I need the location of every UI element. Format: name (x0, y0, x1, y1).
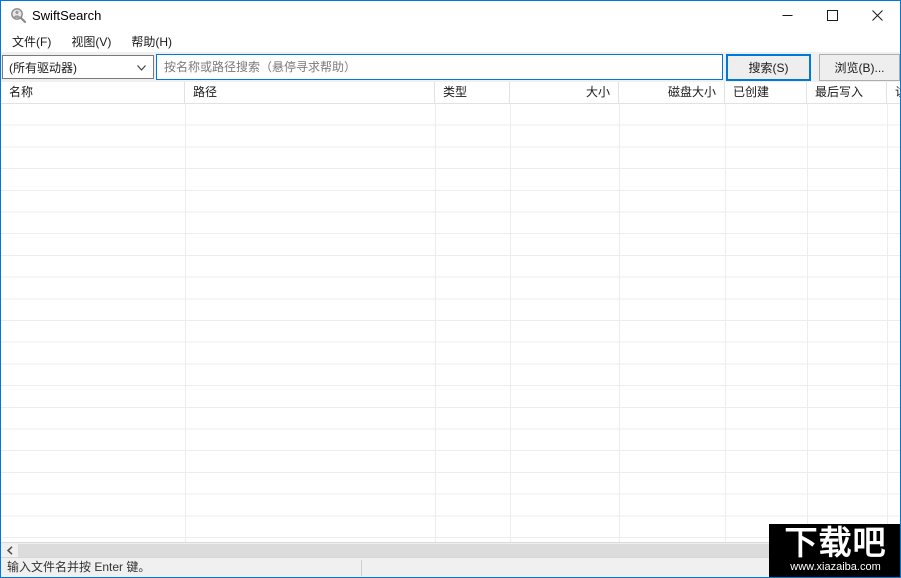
watermark-url: www.xiazaiba.com (790, 561, 881, 573)
column-header-4[interactable]: 磁盘大小 (619, 82, 725, 104)
close-button[interactable] (855, 1, 900, 30)
watermark: 下载吧 www.xiazaiba.com (769, 524, 900, 577)
search-input[interactable] (156, 54, 723, 80)
menu-bar: 文件(F) 视图(V) 帮助(H) (1, 30, 900, 52)
column-header-2[interactable]: 类型 (435, 82, 510, 104)
drive-selector-dropdown[interactable]: (所有驱动器) (2, 55, 154, 79)
window-title: SwiftSearch (32, 8, 102, 23)
drive-selector-value: (所有驱动器) (9, 60, 77, 75)
column-header-1[interactable]: 路径 (185, 82, 435, 104)
close-icon (872, 10, 883, 21)
window-controls (765, 1, 900, 30)
column-gridline (510, 104, 511, 542)
column-gridline (619, 104, 620, 542)
menu-help[interactable]: 帮助(H) (121, 30, 182, 53)
menu-file[interactable]: 文件(F) (2, 30, 61, 53)
chevron-down-icon (137, 65, 146, 71)
scrollbar-thumb[interactable] (18, 544, 876, 557)
browse-button[interactable]: 浏览(B)... (819, 54, 900, 81)
table-header-row: 名称路径类型大小磁盘大小已创建最后写入访问 (1, 82, 900, 104)
minimize-button[interactable] (765, 1, 810, 30)
column-gridline (887, 104, 888, 542)
column-gridline (807, 104, 808, 542)
column-header-3[interactable]: 大小 (510, 82, 619, 104)
column-gridline (185, 104, 186, 542)
column-header-5[interactable]: 已创建 (725, 82, 807, 104)
arrow-left-icon (6, 545, 13, 555)
horizontal-scrollbar[interactable] (1, 542, 900, 557)
watermark-title: 下载吧 (784, 524, 887, 561)
app-icon (11, 8, 27, 24)
column-gridline (725, 104, 726, 542)
title-bar: SwiftSearch (1, 1, 900, 30)
status-bar: 输入文件名并按 Enter 键。 (1, 557, 900, 577)
status-divider (361, 560, 362, 576)
scroll-left-button[interactable] (1, 543, 18, 557)
search-button[interactable]: 搜索(S) (726, 54, 811, 81)
column-gridline (435, 104, 436, 542)
swiftsearch-window: SwiftSearch 文件(F) 视图(V) 帮助(H) (所有驱动器) 搜索… (0, 0, 901, 578)
results-table: 名称路径类型大小磁盘大小已创建最后写入访问 (1, 82, 900, 542)
maximize-icon (827, 10, 838, 21)
maximize-button[interactable] (810, 1, 855, 30)
minimize-icon (782, 15, 793, 16)
toolbar: (所有驱动器) 搜索(S) 浏览(B)... (1, 52, 900, 82)
column-header-0[interactable]: 名称 (1, 82, 185, 104)
column-header-6[interactable]: 最后写入 (807, 82, 887, 104)
status-message: 输入文件名并按 Enter 键。 (7, 560, 151, 574)
menu-view[interactable]: 视图(V) (61, 30, 121, 53)
table-body[interactable] (1, 104, 900, 542)
column-header-7[interactable]: 访问 (887, 82, 900, 104)
